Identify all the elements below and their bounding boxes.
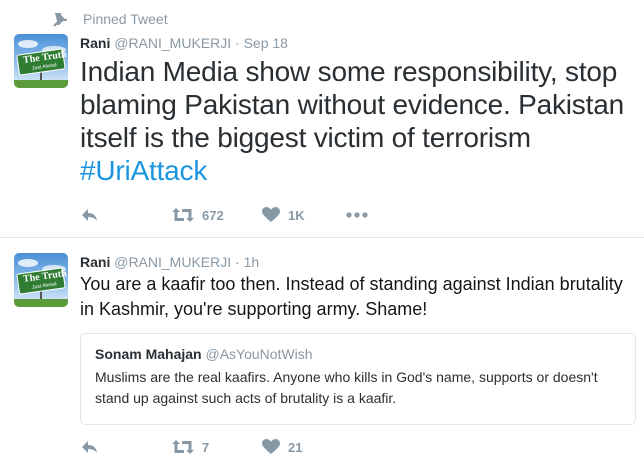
more-button[interactable] (346, 205, 368, 225)
user-handle[interactable]: @RANI_MUKERJI (114, 254, 231, 270)
reply-button[interactable] (80, 437, 98, 457)
display-name[interactable]: Rani (80, 35, 110, 51)
separator: · (235, 35, 240, 51)
retweet-count: 672 (202, 207, 224, 223)
quoted-header: Sonam Mahajan @AsYouNotWish (95, 346, 621, 362)
like-button[interactable]: 21 (262, 437, 302, 457)
reply-button[interactable] (80, 205, 98, 225)
avatar[interactable]: The Truth Just Ahead (14, 253, 68, 307)
heart-icon (262, 207, 280, 223)
more-icon (346, 212, 368, 218)
retweet-button[interactable]: 7 (172, 437, 209, 457)
like-button[interactable]: 1K (262, 205, 305, 225)
tweet-pinned[interactable]: Pinned Tweet The Truth Just Ahead Rani @… (0, 0, 644, 238)
tweet-text: Indian Media show some responsibility, s… (80, 55, 640, 187)
timestamp[interactable]: Sep 18 (244, 35, 288, 51)
display-name[interactable]: Rani (80, 254, 110, 270)
retweet-button[interactable]: 672 (172, 205, 224, 225)
like-count: 21 (288, 439, 303, 455)
retweet-count: 7 (202, 439, 210, 455)
separator: · (235, 254, 240, 270)
tweet-quote[interactable]: The Truth Just Ahead Rani @RANI_MUKERJI … (0, 238, 644, 468)
quoted-tweet[interactable]: Sonam Mahajan @AsYouNotWish Muslims are … (80, 333, 636, 425)
tweet-header: Rani @RANI_MUKERJI · 1h (80, 254, 259, 270)
avatar[interactable]: The Truth Just Ahead (14, 34, 68, 88)
pin-icon (52, 10, 70, 28)
tweet-body: Indian Media show some responsibility, s… (80, 56, 624, 153)
tweet-text: You are a kaafir too then. Instead of st… (80, 274, 623, 319)
timestamp[interactable]: 1h (244, 254, 260, 270)
quoted-name: Sonam Mahajan (95, 346, 202, 362)
pinned-label: Pinned Tweet (83, 11, 168, 27)
pinned-indicator: Pinned Tweet (52, 10, 168, 28)
like-count: 1K (288, 207, 305, 223)
heart-icon (262, 439, 280, 455)
reply-icon (80, 207, 98, 223)
retweet-icon (172, 207, 194, 223)
user-handle[interactable]: @RANI_MUKERJI (114, 35, 231, 51)
retweet-icon (172, 439, 194, 455)
reply-icon (80, 439, 98, 455)
quoted-text: Muslims are the real kaafirs. Anyone who… (95, 369, 598, 406)
hashtag-link[interactable]: #UriAttack (80, 155, 207, 186)
quoted-handle: @AsYouNotWish (205, 346, 313, 362)
tweet-header: Rani @RANI_MUKERJI · Sep 18 (80, 35, 288, 51)
